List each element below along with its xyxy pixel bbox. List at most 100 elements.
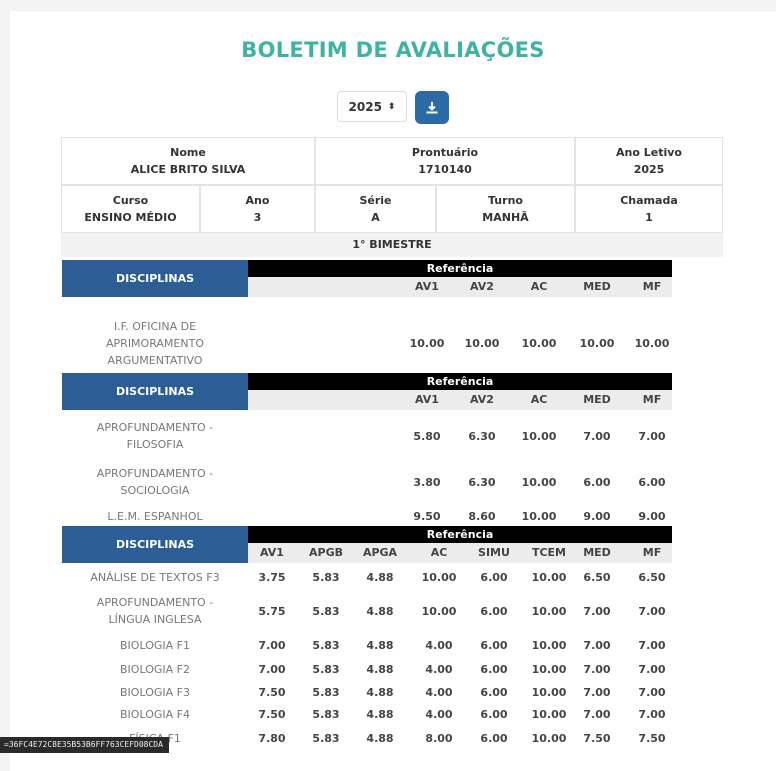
grade-value-apgb: 5.83 xyxy=(312,604,340,618)
info-nome-label: Nome xyxy=(170,146,206,159)
column-header-av1: AV1 xyxy=(260,546,284,559)
subject-name: BIOLOGIA F2 xyxy=(62,661,248,678)
subject-name-line: ARGUMENTATIVO xyxy=(107,353,203,367)
select-arrows-icon: ⬍ xyxy=(387,101,396,112)
grade-value-apgb: 5.83 xyxy=(312,639,340,652)
subject-name-line: BIOLOGIA F1 xyxy=(120,639,190,652)
subject-name-line: BIOLOGIA F2 xyxy=(120,662,190,676)
grade-value-av1: 3.75 xyxy=(258,570,286,584)
subject-name-line: ANÁLISE DE TEXTOS F3 xyxy=(90,570,220,584)
grade-value-ac: 8.00 xyxy=(425,731,453,745)
grade-value-med: 6.00 xyxy=(583,475,611,489)
grade-value-med: 7.00 xyxy=(583,685,611,699)
disciplinas-header: DISCIPLINAS xyxy=(62,373,248,410)
info-ano-letivo-label: Ano Letivo xyxy=(616,146,682,159)
grade-value-tcem: 10.00 xyxy=(531,604,567,618)
subject-name: BIOLOGIA F3 xyxy=(62,684,248,701)
download-button[interactable] xyxy=(415,91,449,124)
column-header-apga: APGA xyxy=(362,546,398,559)
column-header-av2: AV2 xyxy=(470,280,494,293)
grade-value-av2: 8.60 xyxy=(468,509,496,523)
info-ano-letivo: Ano Letivo 2025 xyxy=(575,137,723,185)
subject-name-line: SOCIOLOGIA xyxy=(120,484,190,497)
grade-value-apgb: 5.83 xyxy=(312,708,340,721)
column-header-apgb: APGB xyxy=(309,546,343,559)
grade-value-apga: 4.88 xyxy=(366,685,394,699)
grade-value-av1: 5.80 xyxy=(413,429,441,443)
grade-value-mf: 9.00 xyxy=(638,509,666,523)
grade-value-med: 7.00 xyxy=(583,662,611,676)
info-ano-letivo-value: 2025 xyxy=(633,163,665,176)
grade-value-apgb: 5.83 xyxy=(312,685,340,699)
column-header-mf: MF xyxy=(642,280,662,293)
grade-value-ac: 10.00 xyxy=(521,475,557,489)
disciplinas-header: DISCIPLINAS xyxy=(62,260,248,297)
subject-name-line: L.E.M. ESPANHOL xyxy=(107,509,203,523)
column-header-med: MED xyxy=(583,546,611,559)
info-turno-value: MANHÃ xyxy=(482,211,529,224)
grade-value-mf: 7.00 xyxy=(638,708,666,721)
grade-value-tcem: 10.00 xyxy=(531,639,567,652)
grade-value-av1: 7.50 xyxy=(258,708,286,721)
info-chamada-label: Chamada xyxy=(620,194,678,207)
column-header-med: MED xyxy=(583,280,611,293)
grade-value-av1: 10.00 xyxy=(409,336,445,350)
page-title: BOLETIM DE AVALIAÇÕES xyxy=(241,38,545,62)
grade-value-ac: 4.00 xyxy=(425,708,453,721)
download-icon xyxy=(426,101,438,113)
grade-value-ac: 10.00 xyxy=(521,336,557,350)
grade-value-mf: 7.00 xyxy=(638,604,666,618)
grade-value-mf: 6.00 xyxy=(638,475,666,489)
info-chamada: Chamada 1 xyxy=(575,185,723,233)
grade-value-av1: 7.80 xyxy=(258,731,286,745)
column-header-med: MED xyxy=(583,393,611,406)
info-turno: Turno MANHÃ xyxy=(436,185,575,233)
info-curso-label: Curso xyxy=(112,194,149,207)
info-serie-label: Série xyxy=(359,194,392,207)
grade-value-med: 6.50 xyxy=(583,570,611,584)
info-serie: Série A xyxy=(315,185,436,233)
grade-value-mf: 10.00 xyxy=(634,336,670,350)
grade-value-med: 7.00 xyxy=(583,708,611,721)
report-card: BOLETIM DE AVALIAÇÕES 2025 ⬍ Nome ALICE … xyxy=(10,11,776,771)
column-header-ac: AC xyxy=(430,546,448,559)
grade-value-apga: 4.88 xyxy=(366,604,394,618)
subject-name-line: BIOLOGIA F3 xyxy=(120,685,190,699)
grade-value-med: 7.50 xyxy=(583,731,611,745)
info-curso-value: ENSINO MÉDIO xyxy=(84,211,177,224)
info-nome: Nome ALICE BRITO SILVA xyxy=(61,137,315,185)
grade-value-ac: 4.00 xyxy=(425,639,453,652)
subject-name-line: APROFUNDAMENTO - xyxy=(96,467,214,480)
grade-value-apgb: 5.83 xyxy=(312,662,340,676)
year-select-value: 2025 xyxy=(348,99,382,114)
grade-value-med: 7.00 xyxy=(583,604,611,618)
grade-value-mf: 7.50 xyxy=(638,731,666,745)
grade-value-apga: 4.88 xyxy=(366,662,394,676)
subject-name-line: FILOSOFIA xyxy=(126,438,184,451)
subject-name: I.F. OFICINA DE APRIMORAMENTO ARGUMENTATIV… xyxy=(62,318,248,369)
grade-value-tcem: 10.00 xyxy=(531,570,567,584)
grade-value-mf: 7.00 xyxy=(638,639,666,652)
grade-value-tcem: 10.00 xyxy=(531,708,567,721)
grade-value-simu: 6.00 xyxy=(480,662,508,676)
subject-name-line: APROFUNDAMENTO - xyxy=(96,596,214,609)
grade-value-ac: 10.00 xyxy=(521,509,557,523)
column-header-mf: MF xyxy=(642,546,662,559)
year-select[interactable]: 2025 ⬍ xyxy=(337,91,407,122)
grade-value-simu: 6.00 xyxy=(480,731,508,745)
grade-value-simu: 6.00 xyxy=(480,570,508,584)
grade-value-av1: 5.75 xyxy=(258,604,286,618)
grade-value-mf: 7.00 xyxy=(638,662,666,676)
grade-value-simu: 6.00 xyxy=(480,708,508,721)
grade-value-av2: 6.30 xyxy=(468,429,496,443)
info-ano-value: 3 xyxy=(253,211,262,224)
grade-value-apgb: 5.83 xyxy=(312,731,340,745)
column-header-ac: AC xyxy=(530,393,548,406)
subject-name: BIOLOGIA F4 xyxy=(62,706,248,723)
grade-value-ac: 4.00 xyxy=(425,662,453,676)
referencia-header: Referência xyxy=(248,260,672,277)
grade-value-apga: 4.88 xyxy=(366,731,394,745)
subject-name-line: LÍNGUA INGLESA xyxy=(108,613,202,626)
grade-value-apga: 4.88 xyxy=(366,639,394,652)
grade-value-simu: 6.00 xyxy=(480,639,508,652)
